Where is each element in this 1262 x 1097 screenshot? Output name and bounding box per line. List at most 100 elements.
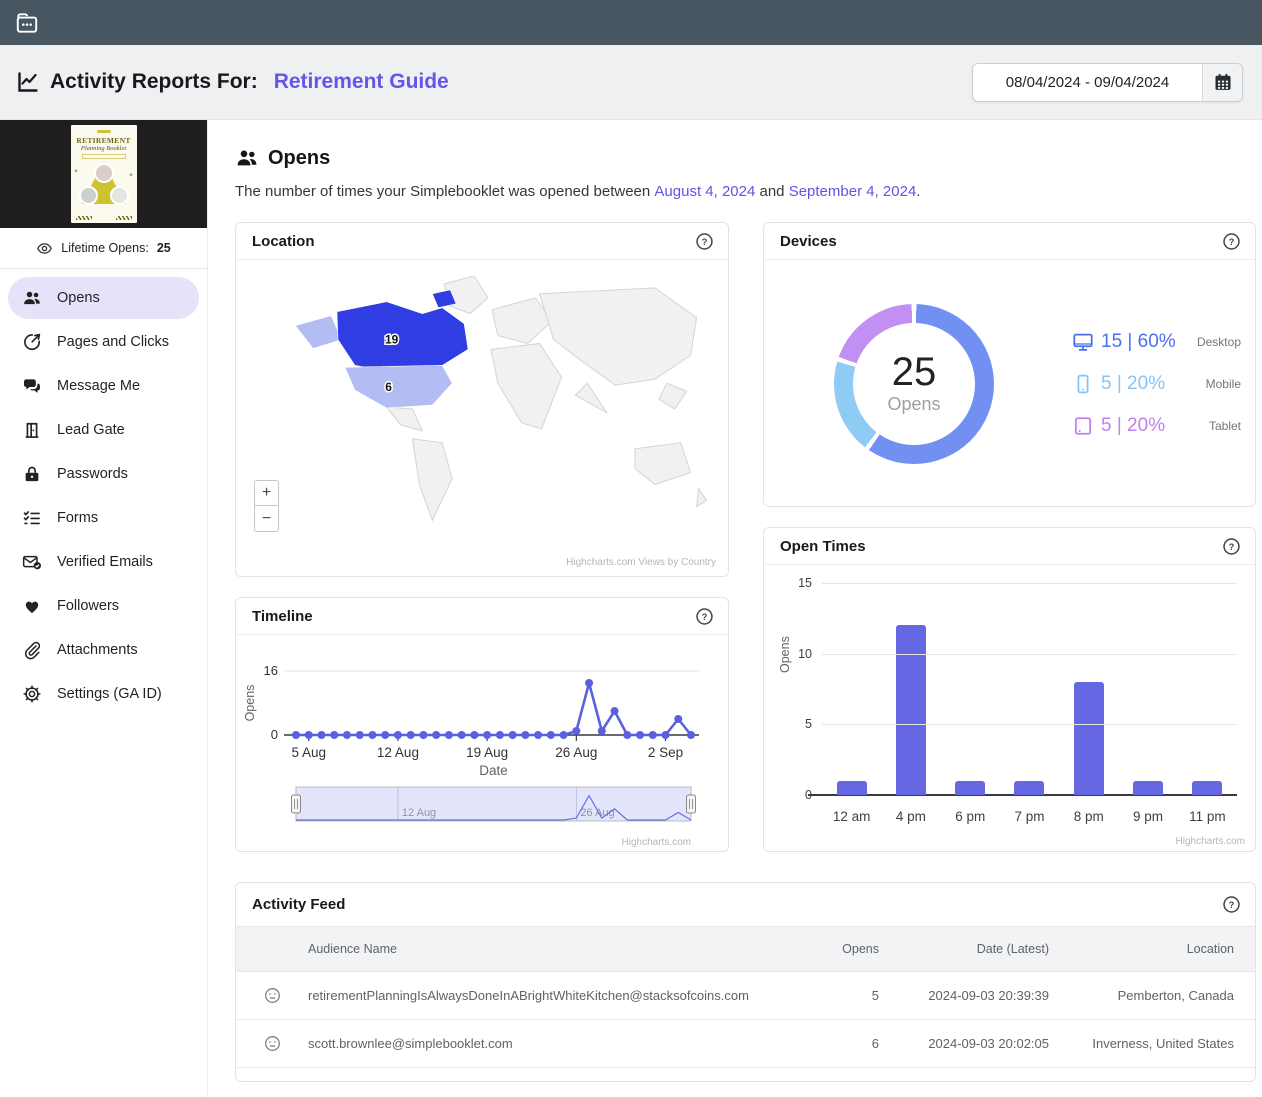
opens-description: The number of times your Simplebooklet w…: [235, 183, 1256, 200]
x-tick-label: 7 pm: [1000, 809, 1059, 824]
cover-tagline: [82, 154, 126, 159]
mail-check-icon: [22, 552, 42, 572]
timeline-point: [432, 731, 440, 739]
timeline-point: [534, 731, 542, 739]
timeline-point: [636, 731, 644, 739]
booklet-name-link[interactable]: Retirement Guide: [274, 70, 449, 94]
cover-title: RETIREMENT: [71, 136, 137, 145]
sidebar-item-label: Settings (GA ID): [57, 686, 162, 702]
sidebar-item-opens[interactable]: Opens: [8, 277, 199, 319]
timeline-point: [317, 731, 325, 739]
date-range-picker[interactable]: 08/04/2024 - 09/04/2024: [972, 63, 1243, 102]
timeline-point: [572, 727, 580, 735]
timeline-point: [368, 731, 376, 739]
sidebar-item-lead-gate[interactable]: Lead Gate: [8, 409, 199, 451]
sidebar-item-label: Message Me: [57, 378, 140, 394]
y-tick-label: 0: [776, 788, 812, 802]
timeline-point: [483, 731, 491, 739]
timeline-x-tick: 2 Sep: [648, 745, 683, 760]
legend-row-desktop: 15 | 60%Desktop: [1072, 331, 1255, 353]
devices-card-title: Devices: [780, 233, 837, 250]
timeline-point: [305, 731, 313, 739]
bar-8-pm: [1074, 682, 1104, 795]
sidebar-item-settings-ga-id[interactable]: Settings (GA ID): [8, 673, 199, 715]
sidebar-item-forms[interactable]: Forms: [8, 497, 199, 539]
help-icon[interactable]: ?: [695, 232, 714, 251]
sidebar-nav: Opens Pages and Clicks Message Me Lead Gate…: [0, 269, 207, 715]
timeline-point: [330, 731, 338, 739]
feed-opens: 5: [754, 988, 879, 1003]
legend-value: 5 | 20%: [1101, 415, 1165, 437]
bar-7-pm: [1014, 781, 1044, 795]
sidebar-item-label: Lead Gate: [57, 422, 125, 438]
legend-row-tablet: 5 | 20% Tablet: [1072, 415, 1255, 437]
timeline-y-axis-title: Opens: [243, 685, 257, 722]
timeline-x-tick: 19 Aug: [466, 745, 508, 760]
door-icon: [22, 420, 42, 440]
description-text: The number of times your Simplebooklet w…: [235, 183, 654, 200]
sidebar-item-followers[interactable]: Followers: [8, 585, 199, 627]
smiley-icon: [263, 986, 282, 1005]
sidebar-item-passwords[interactable]: Passwords: [8, 453, 199, 495]
phone-icon: [1072, 373, 1094, 395]
x-tick-label: 8 pm: [1059, 809, 1118, 824]
map-zoom-in-button[interactable]: +: [254, 480, 279, 506]
date-start-text: August 4, 2024: [654, 183, 755, 200]
timeline-point: [585, 679, 593, 687]
timeline-navigator[interactable]: [296, 787, 691, 821]
svg-text:?: ?: [1229, 900, 1235, 910]
description-text: .: [916, 183, 920, 200]
timeline-point: [496, 731, 504, 739]
sidebar-item-verified-emails[interactable]: Verified Emails: [8, 541, 199, 583]
feed-date: 2024-09-03 20:02:05: [879, 1036, 1049, 1051]
y-tick-label: 5: [776, 717, 812, 731]
x-tick-label: 4 pm: [881, 809, 940, 824]
sidebar-item-label: Pages and Clicks: [57, 334, 169, 350]
calendar-button[interactable]: [1202, 64, 1242, 101]
feed-location: Pemberton, Canada: [1049, 988, 1255, 1003]
navigator-handle-right[interactable]: [687, 795, 696, 813]
help-icon[interactable]: ?: [1222, 232, 1241, 251]
sidebar-item-label: Followers: [57, 598, 119, 614]
bar-11-pm: [1192, 781, 1222, 795]
people-icon: [22, 288, 42, 308]
sidebar-item-attachments[interactable]: Attachments: [8, 629, 199, 671]
devices-legend: 15 | 60%Desktop5 | 20%Mobile5 | 20%Table…: [1072, 331, 1255, 437]
wallet-icon[interactable]: [14, 10, 40, 36]
location-card-title: Location: [252, 233, 315, 250]
timeline-point: [649, 731, 657, 739]
gear-icon: [22, 684, 42, 704]
timeline-point: [623, 731, 631, 739]
opens-people-icon: [235, 146, 259, 170]
main-content: Opens The number of times your Simpleboo…: [208, 120, 1262, 1097]
svg-text:?: ?: [1229, 236, 1235, 246]
sidebar-item-pages-and-clicks[interactable]: Pages and Clicks: [8, 321, 199, 363]
bar-12-am: [837, 781, 867, 795]
sidebar-item-label: Attachments: [57, 642, 138, 658]
svg-text:?: ?: [702, 236, 708, 246]
y-tick-label: 10: [776, 647, 812, 661]
section-title: Opens: [268, 147, 330, 170]
help-icon[interactable]: ?: [1222, 537, 1241, 556]
sidebar-item-message-me[interactable]: Message Me: [8, 365, 199, 407]
booklet-cover[interactable]: RETIREMENT Planning Booklet ✦ ✦: [71, 125, 137, 223]
column-header-audience-name: Audience Name: [308, 942, 754, 956]
lock-icon: [22, 464, 42, 484]
column-header-opens: Opens: [754, 942, 879, 956]
booklet-thumbnail-panel: RETIREMENT Planning Booklet ✦ ✦: [0, 120, 207, 228]
navigator-handle-left[interactable]: [292, 795, 301, 813]
feed-row: retirementPlanningIsAlwaysDoneInABrightW…: [236, 972, 1255, 1020]
x-tick-label: 11 pm: [1178, 809, 1237, 824]
timeline-point: [292, 731, 300, 739]
help-icon[interactable]: ?: [695, 607, 714, 626]
feed-audience-name: retirementPlanningIsAlwaysDoneInABrightW…: [308, 988, 754, 1003]
help-icon[interactable]: ?: [1222, 895, 1241, 914]
page-header: Activity Reports For: Retirement Guide 0…: [0, 45, 1262, 120]
checklist-icon: [22, 508, 42, 528]
open-times-card-title: Open Times: [780, 538, 866, 555]
legend-device-name: Tablet: [1209, 419, 1255, 433]
legend-value: 15 | 60%: [1101, 331, 1176, 353]
map-zoom-out-button[interactable]: −: [254, 506, 279, 532]
timeline-point: [547, 731, 555, 739]
date-range-value[interactable]: 08/04/2024 - 09/04/2024: [973, 64, 1202, 101]
